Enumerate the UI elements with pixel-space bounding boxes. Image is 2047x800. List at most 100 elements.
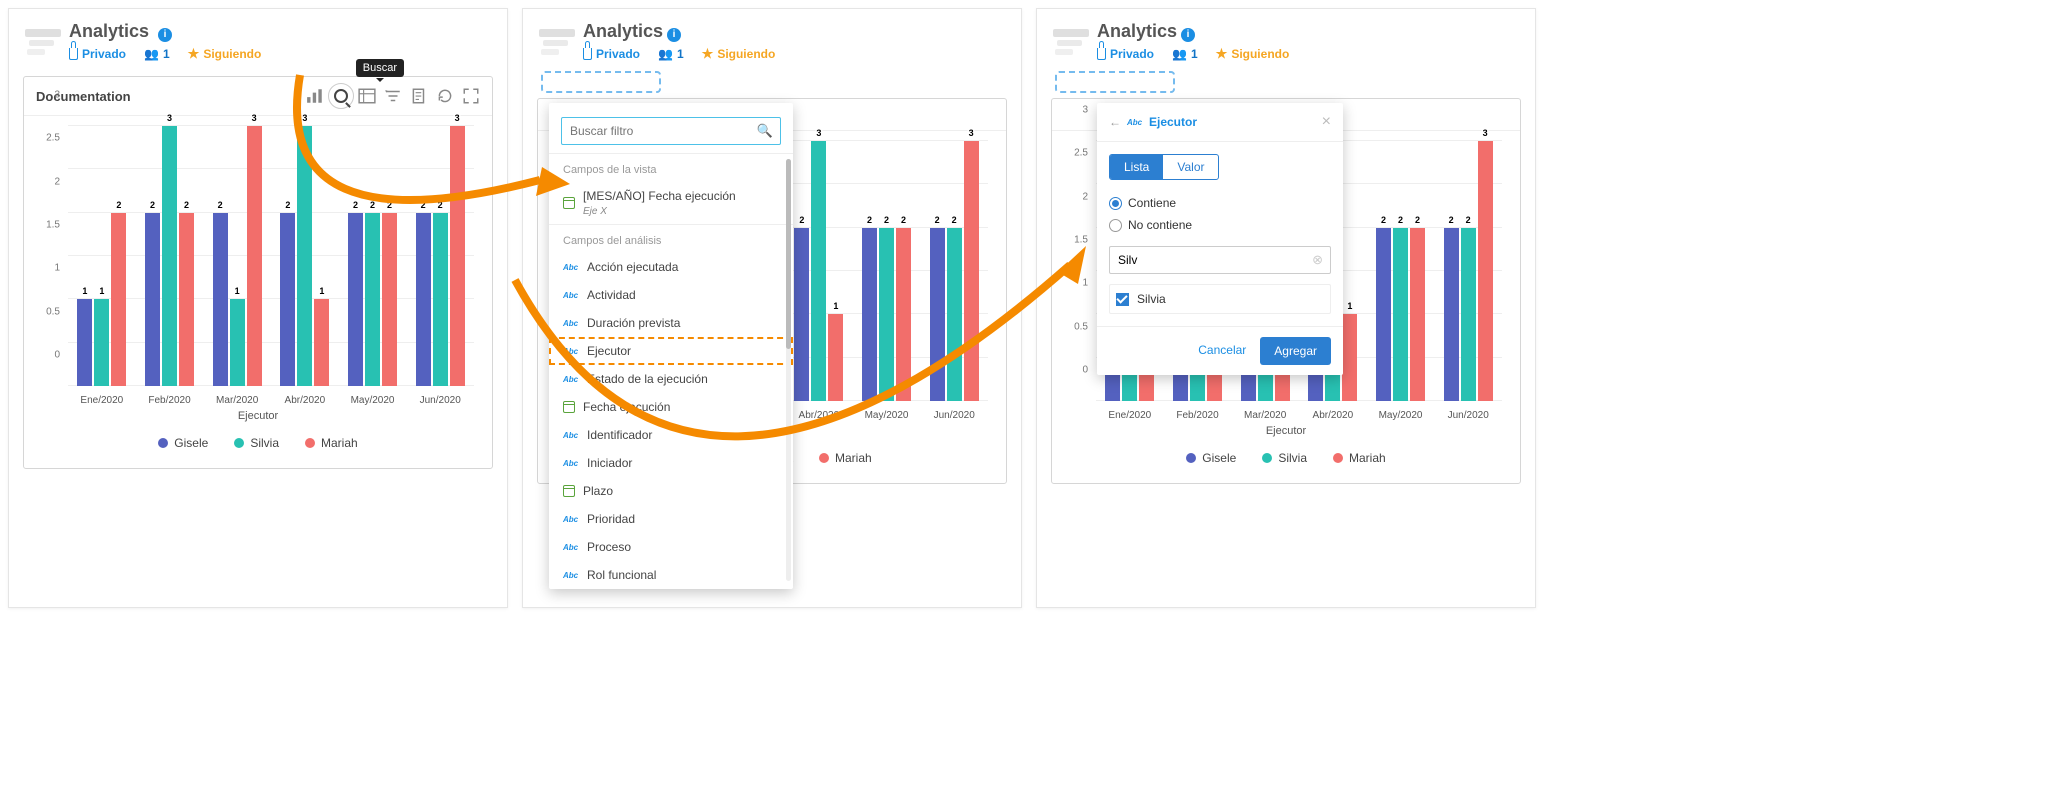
popup-item[interactable]: Plazo — [549, 477, 793, 505]
bar[interactable]: 2 — [1393, 228, 1408, 401]
radio-contains[interactable]: Contiene — [1109, 192, 1331, 214]
bar[interactable]: 3 — [964, 141, 979, 401]
bar[interactable]: 3 — [450, 126, 465, 386]
cancel-button[interactable]: Cancelar — [1194, 337, 1250, 365]
bar[interactable]: 3 — [297, 126, 312, 386]
bar[interactable]: 2 — [382, 213, 397, 386]
bar-value-label: 2 — [883, 215, 890, 225]
bar-value-label: 2 — [1414, 215, 1421, 225]
document-icon[interactable] — [410, 87, 428, 105]
legend-item[interactable]: Silvia — [1262, 451, 1307, 465]
refresh-icon[interactable] — [436, 87, 454, 105]
people-icon: 👥 — [144, 47, 159, 61]
clear-input-icon[interactable]: ⊗ — [1312, 252, 1323, 268]
x-axis-label: Feb/2020 — [136, 389, 204, 406]
lock-icon — [69, 48, 78, 60]
popup-item[interactable]: AbcRol funcional — [549, 561, 793, 589]
privacy-badge[interactable]: Privado — [1097, 47, 1154, 61]
bar[interactable]: 2 — [1410, 228, 1425, 401]
popup-item[interactable]: AbcEjecutor — [549, 337, 793, 365]
legend-item[interactable]: Mariah — [305, 436, 358, 450]
bar[interactable]: 1 — [77, 299, 92, 386]
x-axis-label: Abr/2020 — [271, 389, 339, 406]
bar[interactable]: 2 — [145, 213, 160, 386]
bar[interactable]: 2 — [280, 213, 295, 386]
filter-drop-target[interactable] — [541, 71, 661, 93]
legend-item[interactable]: Gisele — [1186, 451, 1236, 465]
sort-icon[interactable] — [384, 87, 402, 105]
follow-badge[interactable]: ★Siguiendo — [188, 46, 262, 62]
bar[interactable]: 1 — [94, 299, 109, 386]
filter-search-input[interactable] — [561, 117, 781, 145]
privacy-badge[interactable]: Privado — [69, 47, 126, 61]
bar[interactable]: 3 — [1478, 141, 1493, 401]
bar[interactable]: 2 — [416, 213, 431, 386]
bar[interactable]: 2 — [896, 228, 911, 401]
search-button[interactable] — [332, 87, 350, 105]
y-axis-tick: 1.5 — [1066, 235, 1092, 246]
bar[interactable]: 2 — [213, 213, 228, 386]
bar[interactable]: 2 — [1461, 228, 1476, 401]
group-badge[interactable]: 👥1 — [1172, 47, 1198, 61]
bar[interactable]: 2 — [111, 213, 126, 386]
bar[interactable]: 1 — [230, 299, 245, 386]
bar[interactable]: 2 — [365, 213, 380, 386]
popup-item[interactable]: AbcAcción ejecutada — [549, 253, 793, 281]
bar[interactable]: 3 — [811, 141, 826, 401]
back-button[interactable]: ← — [1109, 115, 1121, 129]
popup-item[interactable]: Fecha ejecución — [549, 393, 793, 421]
info-icon[interactable]: i — [158, 28, 172, 42]
chart-type-icon[interactable] — [306, 87, 324, 105]
bar[interactable]: 1 — [828, 314, 843, 401]
popup-item-axis-field[interactable]: [MES/AÑO] Fecha ejecuciónEje X — [549, 182, 793, 224]
tab-value[interactable]: Valor — [1163, 155, 1218, 179]
bar[interactable]: 2 — [947, 228, 962, 401]
info-icon[interactable]: i — [1181, 28, 1195, 42]
popup-item[interactable]: AbcPrioridad — [549, 505, 793, 533]
panel-header: Analyticsi Privado 👥1 ★Siguiendo — [523, 9, 1021, 62]
x-axis-title: Ejecutor — [38, 406, 478, 430]
bar[interactable]: 2 — [1376, 228, 1391, 401]
panel-step-1: Analytics i Privado 👥1 ★Siguiendo Docume… — [8, 8, 508, 608]
star-icon: ★ — [702, 46, 714, 62]
radio-not-contains[interactable]: No contiene — [1109, 214, 1331, 236]
bar[interactable]: 3 — [162, 126, 177, 386]
bar[interactable]: 2 — [1444, 228, 1459, 401]
info-icon[interactable]: i — [667, 28, 681, 42]
bar[interactable]: 1 — [1342, 314, 1357, 401]
group-badge[interactable]: 👥1 — [144, 47, 170, 61]
filter-option-row[interactable]: Silvia — [1109, 284, 1331, 314]
bar[interactable]: 2 — [179, 213, 194, 386]
bar[interactable]: 2 — [930, 228, 945, 401]
bar[interactable]: 1 — [314, 299, 329, 386]
bar[interactable]: 3 — [247, 126, 262, 386]
bar[interactable]: 2 — [348, 213, 363, 386]
y-axis-tick: 1 — [38, 263, 64, 274]
popup-item[interactable]: AbcEstado de la ejecución — [549, 365, 793, 393]
popup-item[interactable]: AbcDuración prevista — [549, 309, 793, 337]
bar[interactable]: 2 — [879, 228, 894, 401]
close-button[interactable]: × — [1322, 113, 1331, 131]
legend-item[interactable]: Gisele — [158, 436, 208, 450]
group-badge[interactable]: 👥1 — [658, 47, 684, 61]
legend-item[interactable]: Silvia — [234, 436, 279, 450]
follow-badge[interactable]: ★Siguiendo — [702, 46, 776, 62]
popup-item[interactable]: AbcActividad — [549, 281, 793, 309]
table-icon[interactable] — [358, 87, 376, 105]
popup-item[interactable]: AbcIdentificador — [549, 421, 793, 449]
follow-badge[interactable]: ★Siguiendo — [1216, 46, 1290, 62]
popup-item[interactable]: AbcIniciador — [549, 449, 793, 477]
legend-item[interactable]: Mariah — [819, 451, 872, 465]
expand-icon[interactable] — [462, 87, 480, 105]
popup-item[interactable]: AbcProceso — [549, 533, 793, 561]
privacy-badge[interactable]: Privado — [583, 47, 640, 61]
scrollbar[interactable] — [786, 159, 791, 581]
add-button[interactable]: Agregar — [1260, 337, 1331, 365]
bar[interactable]: 2 — [433, 213, 448, 386]
bar[interactable]: 2 — [862, 228, 877, 401]
tab-list[interactable]: Lista — [1110, 155, 1163, 179]
filter-drop-target[interactable] — [1055, 71, 1175, 93]
legend-item[interactable]: Mariah — [1333, 451, 1386, 465]
bar[interactable]: 2 — [794, 228, 809, 401]
filter-value-input[interactable] — [1109, 246, 1331, 274]
